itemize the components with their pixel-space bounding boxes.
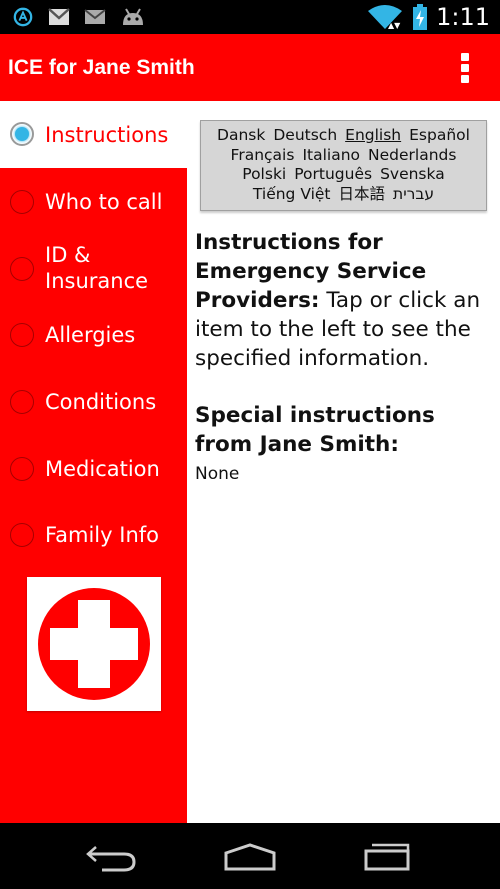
app-title: ICE for Jane Smith — [8, 56, 195, 79]
sidebar-item-instructions[interactable]: Instructions — [0, 101, 187, 168]
sidebar-item-label: Instructions — [45, 123, 169, 147]
status-bar: ▲▼ 1:11 — [0, 0, 500, 34]
radio-button[interactable] — [10, 122, 34, 146]
action-bar: ICE for Jane Smith — [0, 34, 500, 101]
special-instructions-heading: Special instructions from Jane Smith: — [195, 403, 435, 457]
sidebar-item-label: Medication — [45, 457, 160, 481]
sidebar-item-id-insurance[interactable]: ID & Insurance — [0, 235, 187, 301]
sidebar-item-label: Conditions — [45, 390, 157, 414]
language-link-espanol[interactable]: Español — [409, 126, 470, 146]
system-status: ▲▼ 1:11 — [366, 3, 490, 31]
language-link-vietnamese[interactable]: Tiếng Việt — [253, 185, 331, 205]
wifi-icon: ▲▼ — [368, 5, 403, 29]
language-link-deutsch[interactable]: Deutsch — [273, 126, 337, 146]
clock: 1:11 — [436, 3, 490, 31]
sidebar-item-label-line: ID & — [45, 243, 91, 267]
sidebar-item-label-line: Insurance — [45, 269, 149, 293]
sidebar-item-conditions[interactable]: Conditions — [0, 368, 187, 435]
language-link-svenska[interactable]: Svenska — [380, 165, 445, 185]
sidebar-item-label: Allergies — [45, 323, 136, 347]
language-link-dansk[interactable]: Dansk — [217, 126, 265, 146]
language-link-japanese[interactable]: 日本語 — [339, 185, 386, 205]
content-area: Instructions Who to call ID & Insurance … — [0, 101, 500, 823]
red-cross-logo — [27, 577, 161, 711]
language-link-nederlands[interactable]: Nederlands — [368, 146, 456, 166]
sidebar-item-who-to-call[interactable]: Who to call — [0, 168, 187, 235]
system-nav-bar — [0, 823, 500, 889]
language-link-english[interactable]: English — [345, 126, 401, 146]
notification-icons — [12, 7, 146, 27]
recent-apps-icon[interactable] — [360, 841, 420, 873]
special-instructions-value: None — [195, 464, 240, 484]
radio-button[interactable] — [10, 523, 34, 547]
gmail-icon — [48, 8, 70, 25]
radio-button[interactable] — [10, 323, 34, 347]
language-link-italiano[interactable]: Italiano — [302, 146, 360, 166]
language-row: Français Italiano Nederlands — [201, 146, 486, 166]
android-debug-icon — [123, 8, 143, 25]
sidebar-item-family-info[interactable]: Family Info — [0, 501, 187, 568]
sidebar-item-allergies[interactable]: Allergies — [0, 301, 187, 368]
language-link-francais[interactable]: Français — [231, 146, 295, 166]
overflow-dot — [461, 53, 469, 61]
overflow-dot — [461, 64, 469, 72]
overflow-dot — [461, 75, 469, 83]
language-link-hebrew[interactable]: עברית — [393, 185, 434, 205]
sidebar-item-label: Family Info — [45, 523, 159, 547]
app-notification-icon — [13, 7, 33, 27]
language-link-polski[interactable]: Polski — [242, 165, 286, 185]
svg-text:▲▼: ▲▼ — [388, 21, 401, 29]
sidebar-item-medication[interactable]: Medication — [0, 435, 187, 501]
language-link-portugues[interactable]: Português — [294, 165, 372, 185]
sidebar-item-label: Who to call — [45, 190, 163, 214]
red-cross-icon — [38, 588, 150, 700]
instructions-text: Instructions for Emergency Service Provi… — [195, 228, 495, 373]
sidebar: Instructions Who to call ID & Insurance … — [0, 101, 187, 823]
battery-charging-icon — [413, 4, 428, 30]
radio-button[interactable] — [10, 390, 34, 414]
home-icon[interactable] — [220, 841, 280, 873]
language-row: Tiếng Việt 日本語 עברית — [201, 185, 486, 205]
sidebar-item-label: ID & Insurance — [45, 242, 148, 294]
radio-button[interactable] — [10, 457, 34, 481]
language-selector: Dansk Deutsch English Español Français I… — [200, 120, 487, 211]
overflow-menu-icon[interactable] — [460, 53, 470, 83]
email-icon — [84, 9, 106, 24]
language-row: Polski Português Svenska — [201, 165, 486, 185]
radio-button[interactable] — [10, 190, 34, 214]
radio-button[interactable] — [10, 257, 34, 281]
back-icon[interactable] — [82, 841, 142, 873]
language-row: Dansk Deutsch English Español — [201, 126, 486, 146]
